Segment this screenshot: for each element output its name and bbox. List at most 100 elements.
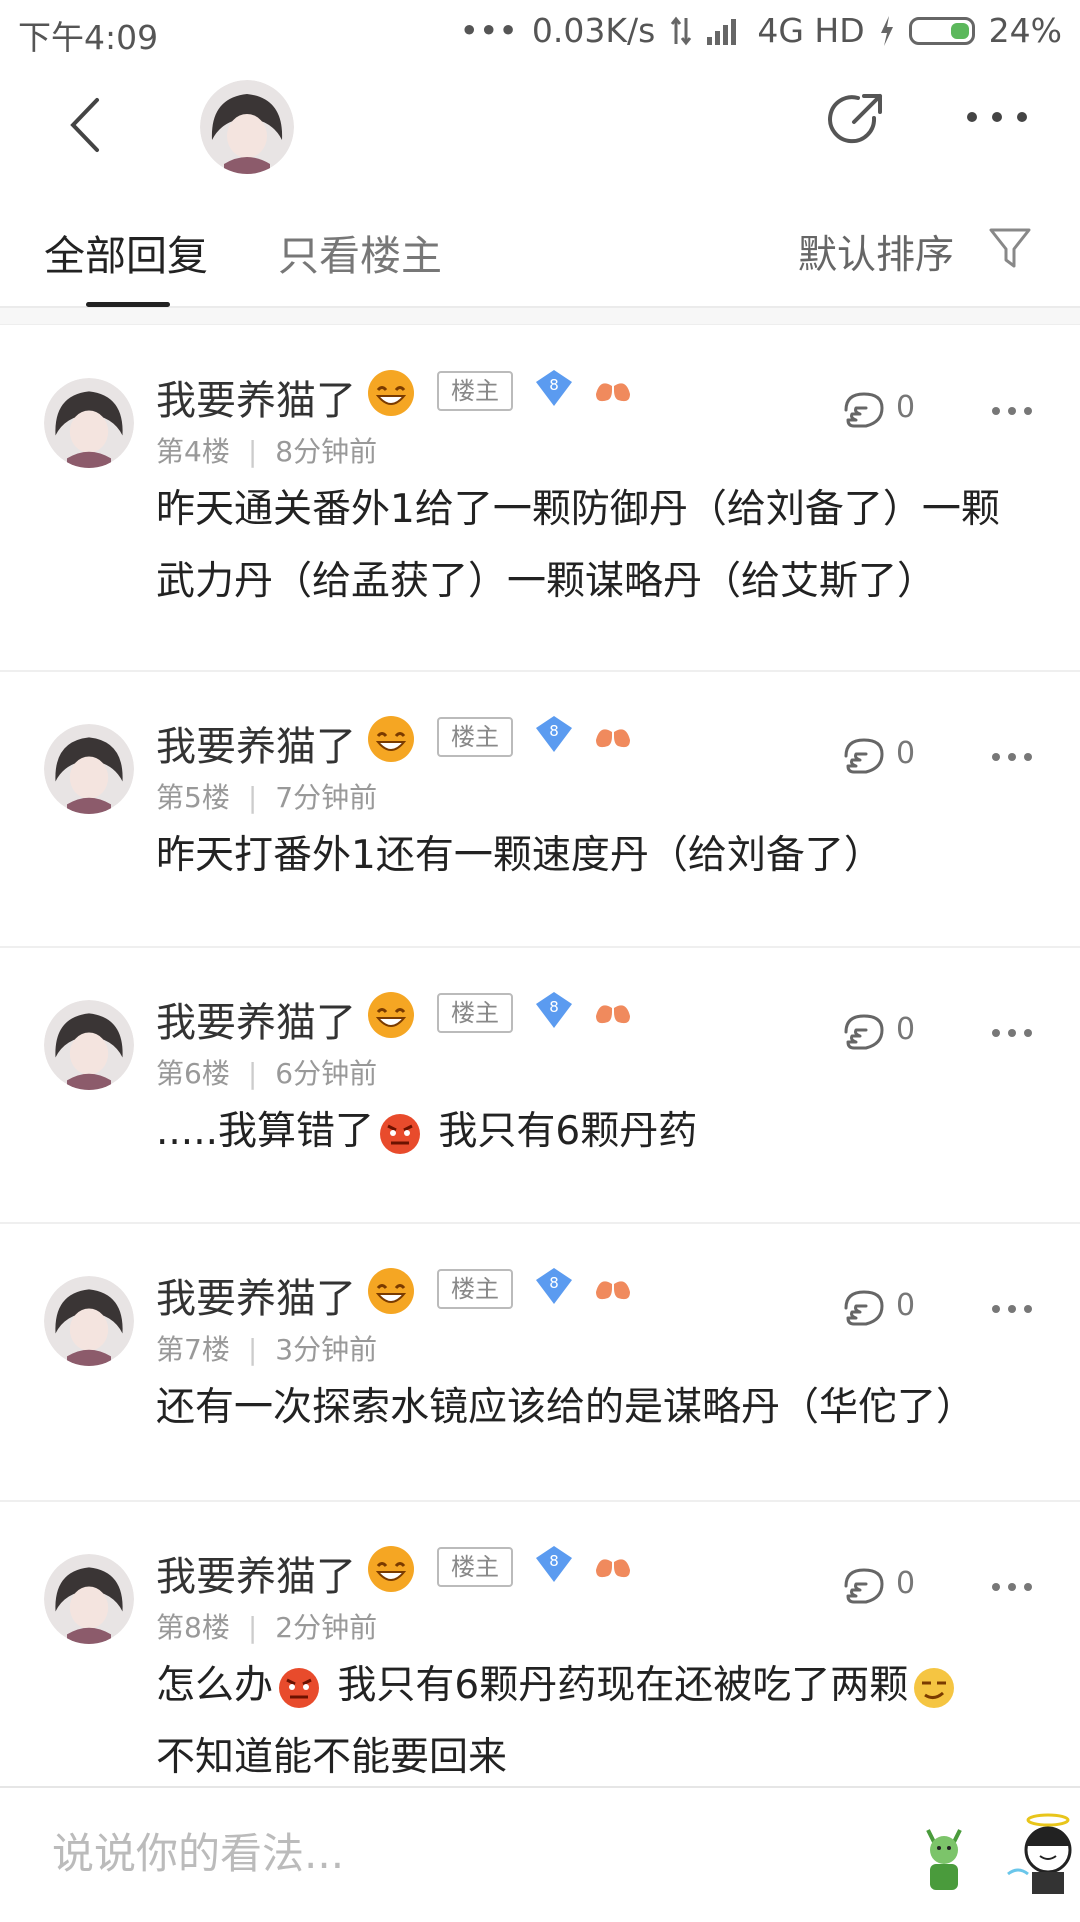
post-more-icon[interactable] bbox=[990, 1580, 1034, 1594]
reply-content: 怎么办 我只有6颗丹药现在还被吃了两颗 不知道能不能要回来 bbox=[156, 1650, 1056, 1794]
level-badge-icon: 8 bbox=[536, 1268, 572, 1304]
post-more-icon[interactable] bbox=[990, 750, 1034, 764]
username[interactable]: 我要养猫了 bbox=[156, 368, 356, 426]
network-speed: 0.03K/s bbox=[531, 11, 656, 50]
owner-badge: 楼主 bbox=[437, 1269, 513, 1309]
tab-owner-only[interactable]: 只看楼主 bbox=[278, 222, 442, 282]
avatar[interactable] bbox=[44, 724, 134, 814]
level-badge-icon: 8 bbox=[536, 992, 572, 1028]
post-time: 7分钟前 bbox=[275, 781, 378, 814]
post-more-icon[interactable] bbox=[990, 404, 1034, 418]
avatar[interactable] bbox=[44, 1554, 134, 1644]
smile-emoji-icon bbox=[368, 1546, 414, 1592]
section-gap bbox=[0, 308, 1080, 325]
like-icon[interactable] bbox=[840, 1010, 890, 1054]
avatar[interactable] bbox=[44, 1276, 134, 1366]
active-tab-indicator bbox=[86, 302, 170, 307]
reply-content: 还有一次探索水镜应该给的是谋略丹（华佗了） bbox=[156, 1372, 1056, 1444]
smile-emoji-icon bbox=[368, 370, 414, 416]
sort-dropdown[interactable]: 默认排序 bbox=[798, 224, 954, 280]
level-number: 8 bbox=[549, 998, 559, 1016]
share-icon[interactable] bbox=[824, 88, 888, 152]
username[interactable]: 我要养猫了 bbox=[156, 1544, 356, 1602]
comment-input[interactable] bbox=[50, 1828, 754, 1879]
floor-number: 第6楼 bbox=[156, 1057, 230, 1090]
tab-all-replies[interactable]: 全部回复 bbox=[44, 222, 208, 282]
post-meta: 第5楼 | 7分钟前 bbox=[156, 781, 378, 814]
avatar[interactable] bbox=[44, 378, 134, 468]
charging-icon bbox=[880, 15, 893, 46]
reply-text: 我只有6颗丹药 bbox=[426, 1109, 698, 1154]
reply-text: 怎么办 bbox=[156, 1663, 274, 1708]
warrior-sticker-icon[interactable] bbox=[914, 1818, 974, 1898]
reply-tabs: 全部回复 只看楼主 默认排序 bbox=[0, 192, 1080, 308]
reply-item: 我要养猫了 楼主 8 第7楼 | 3分钟前 0 还有一次探索水镜应该给的是谋略丹（华… bbox=[0, 1224, 1080, 1502]
owner-badge: 楼主 bbox=[437, 371, 513, 411]
filter-icon[interactable] bbox=[985, 222, 1035, 272]
reply-content: 昨天通关番外1给了一颗防御丹（给刘备了）一颗 武力丹（给孟获了）一颗谋略丹（给艾… bbox=[156, 474, 1056, 618]
level-badge-icon: 8 bbox=[536, 370, 572, 406]
level-number: 8 bbox=[549, 1552, 559, 1570]
smirk-emoji-icon bbox=[914, 1667, 955, 1708]
reply-item: 我要养猫了 楼主 8 第8楼 | 2分钟前 0 怎么办 我只有6颗丹药现在还被吃了两… bbox=[0, 1502, 1080, 1786]
comment-bar bbox=[0, 1786, 1080, 1922]
reply-item: 我要养猫了 楼主 8 第4楼 | 8分钟前 0 昨天通关番外1给了一颗防御丹（给刘备… bbox=[0, 326, 1080, 672]
post-meta: 第8楼 | 2分钟前 bbox=[156, 1611, 378, 1644]
like-icon[interactable] bbox=[840, 1564, 890, 1608]
post-time: 8分钟前 bbox=[275, 435, 378, 468]
reply-item: 我要养猫了 楼主 8 第6楼 | 6分钟前 0 .....我算错了 我只有6颗丹药 bbox=[0, 948, 1080, 1224]
post-meta: 第4楼 | 8分钟前 bbox=[156, 435, 378, 468]
post-more-icon[interactable] bbox=[990, 1026, 1034, 1040]
reply-line: 不知道能不能要回来 bbox=[156, 1735, 508, 1780]
reply-item: 我要养猫了 楼主 8 第5楼 | 7分钟前 0 昨天打番外1还有一颗速度丹（给刘备了… bbox=[0, 672, 1080, 948]
angry-emoji-icon bbox=[380, 1113, 420, 1154]
lung-icon bbox=[596, 996, 630, 1024]
like-icon[interactable] bbox=[840, 1286, 890, 1330]
floor-number: 第5楼 bbox=[156, 781, 230, 814]
reply-line: 还有一次探索水镜应该给的是谋略丹（华佗了） bbox=[156, 1385, 976, 1430]
like-icon[interactable] bbox=[840, 734, 890, 778]
reply-line: 武力丹（给孟获了）一颗谋略丹（给艾斯了） bbox=[156, 559, 937, 604]
username[interactable]: 我要养猫了 bbox=[156, 990, 356, 1048]
like-count: 0 bbox=[896, 736, 916, 771]
floor-number: 第4楼 bbox=[156, 435, 230, 468]
lung-icon bbox=[596, 374, 630, 402]
reply-line: 怎么办 我只有6颗丹药现在还被吃了两颗 bbox=[156, 1650, 1056, 1722]
lung-icon bbox=[596, 1550, 630, 1578]
owner-badge: 楼主 bbox=[437, 1547, 513, 1587]
more-icon[interactable] bbox=[962, 102, 1032, 132]
reply-line: 昨天打番外1还有一颗速度丹（给刘备了） bbox=[156, 833, 883, 878]
network-type: 4G HD bbox=[757, 11, 865, 50]
post-meta: 第6楼 | 6分钟前 bbox=[156, 1057, 378, 1090]
reply-text: .....我算错了 bbox=[156, 1109, 374, 1154]
like-count: 0 bbox=[896, 1012, 916, 1047]
post-meta: 第7楼 | 3分钟前 bbox=[156, 1333, 378, 1366]
username[interactable]: 我要养猫了 bbox=[156, 1266, 356, 1324]
status-dots: ••• bbox=[459, 11, 518, 50]
reply-content: 昨天打番外1还有一颗速度丹（给刘备了） bbox=[156, 820, 1056, 892]
like-icon[interactable] bbox=[840, 388, 890, 432]
angry-emoji-icon bbox=[279, 1667, 320, 1708]
lung-icon bbox=[596, 720, 630, 748]
post-more-icon[interactable] bbox=[990, 1302, 1034, 1316]
like-count: 0 bbox=[896, 1566, 916, 1601]
thread-avatar[interactable] bbox=[200, 80, 294, 174]
like-count: 0 bbox=[896, 390, 916, 425]
reply-line: 昨天通关番外1给了一颗防御丹（给刘备了）一颗 bbox=[156, 487, 1000, 532]
battery-percent: 24% bbox=[988, 11, 1062, 50]
floor-number: 第8楼 bbox=[156, 1611, 230, 1644]
avatar[interactable] bbox=[44, 1000, 134, 1090]
back-icon[interactable] bbox=[55, 90, 125, 160]
smile-emoji-icon bbox=[368, 716, 414, 762]
level-number: 8 bbox=[549, 1274, 559, 1292]
level-number: 8 bbox=[549, 722, 559, 740]
signal-icon bbox=[707, 18, 737, 45]
username[interactable]: 我要养猫了 bbox=[156, 714, 356, 772]
battery-icon bbox=[908, 16, 975, 45]
owner-badge: 楼主 bbox=[437, 993, 513, 1033]
status-bar: 下午4:09 ••• 0.03K/s 4G HD 24% bbox=[0, 0, 1080, 62]
cartoon-sticker-icon[interactable] bbox=[1000, 1808, 1080, 1898]
smile-emoji-icon bbox=[368, 992, 414, 1038]
post-time: 2分钟前 bbox=[275, 1611, 378, 1644]
level-badge-icon: 8 bbox=[536, 1546, 572, 1582]
